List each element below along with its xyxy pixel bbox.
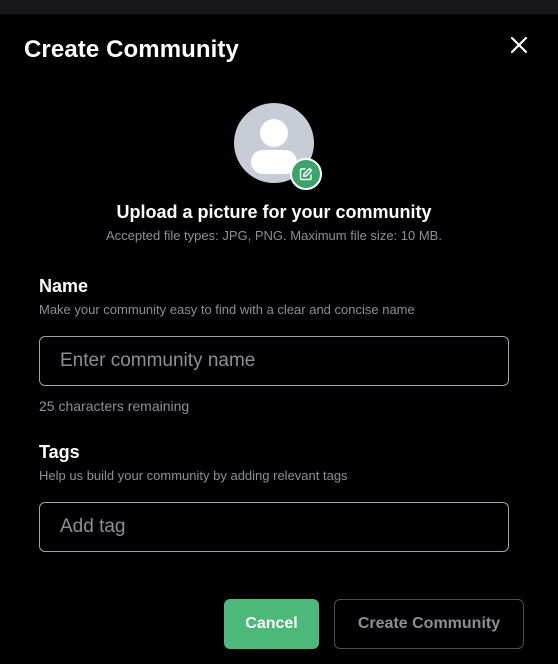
create-community-button[interactable]: Create Community: [334, 599, 524, 649]
tags-label: Tags: [39, 442, 80, 462]
edit-avatar-button[interactable]: [290, 158, 322, 190]
upload-title: Upload a picture for your community: [116, 202, 432, 222]
create-community-dialog: Create Community Upload a picture for yo…: [0, 14, 558, 664]
upload-hint: Accepted file types: JPG, PNG. Maximum f…: [106, 228, 442, 243]
community-name-input[interactable]: [39, 336, 509, 386]
add-tag-input[interactable]: [39, 502, 509, 552]
character-counter: 25 characters remaining: [39, 398, 190, 414]
edit-icon: [299, 167, 313, 181]
tags-help-text: Help us build your community by adding r…: [39, 468, 348, 483]
backdrop: [0, 0, 558, 14]
close-icon: [510, 36, 528, 54]
name-label: Name: [39, 276, 89, 296]
dialog-title: Create Community: [24, 36, 239, 63]
cancel-button[interactable]: Cancel: [224, 599, 319, 649]
avatar-upload[interactable]: [234, 103, 326, 195]
name-help-text: Make your community easy to find with a …: [39, 302, 415, 317]
close-button[interactable]: [507, 33, 531, 57]
